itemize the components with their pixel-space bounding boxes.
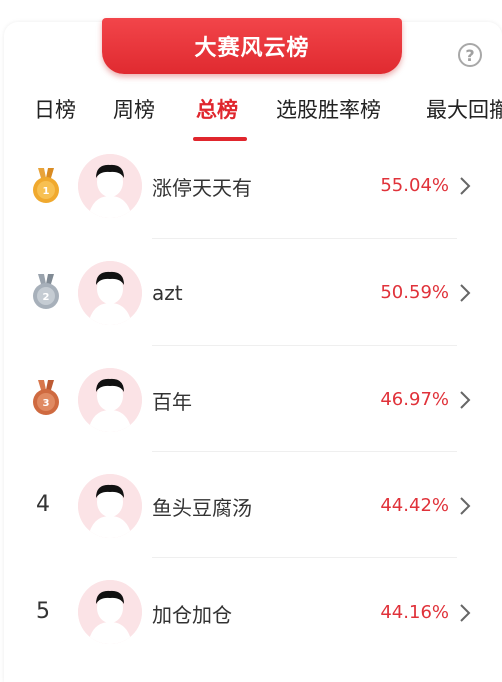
- chevron-right-icon: [460, 391, 471, 409]
- chevron-right-icon: [460, 497, 471, 515]
- page-title: 大赛风云榜: [194, 36, 310, 61]
- win-rate: 46.97%: [380, 389, 449, 410]
- leaderboard-title-banner: 大赛风云榜: [102, 18, 402, 74]
- tab-daily[interactable]: 日榜: [34, 94, 76, 124]
- win-rate: 55.04%: [380, 175, 449, 196]
- silver-medal-icon: 2: [33, 274, 59, 309]
- user-avatar-icon: [78, 154, 142, 218]
- user-avatar-icon: [78, 474, 142, 538]
- svg-text:2: 2: [43, 292, 50, 303]
- rank-number: 4: [36, 492, 50, 517]
- user-name: azt: [152, 281, 183, 305]
- tab-stock-win-rate[interactable]: 选股胜率榜: [276, 94, 381, 124]
- user-avatar-icon: [78, 580, 142, 644]
- user-name: 涨停天天有: [152, 176, 252, 200]
- tab-overall[interactable]: 总榜: [196, 94, 238, 124]
- help-icon[interactable]: ?: [458, 43, 482, 67]
- leaderboard-row[interactable]: 3 百年 46.97%: [0, 346, 502, 452]
- avatar: [78, 261, 142, 325]
- chevron-right-icon: [460, 177, 471, 195]
- user-name: 鱼头豆腐汤: [152, 496, 252, 520]
- user-name: 加仓加仓: [152, 603, 232, 627]
- win-rate: 44.16%: [380, 602, 449, 623]
- leaderboard-row[interactable]: 4 鱼头豆腐汤 44.42%: [0, 452, 502, 558]
- svg-text:3: 3: [43, 398, 50, 409]
- avatar: [78, 580, 142, 644]
- leaderboard-row[interactable]: 1 涨停天天有 55.04%: [0, 132, 502, 238]
- win-rate: 50.59%: [380, 282, 449, 303]
- avatar: [78, 474, 142, 538]
- user-name: 百年: [152, 390, 192, 414]
- user-avatar-icon: [78, 368, 142, 432]
- win-rate: 44.42%: [380, 495, 449, 516]
- tab-max-drawdown[interactable]: 最大回撤: [426, 94, 502, 124]
- chevron-right-icon: [460, 284, 471, 302]
- bronze-medal-icon: 3: [33, 380, 59, 415]
- leaderboard-row[interactable]: 2 azt 50.59%: [0, 239, 502, 345]
- avatar: [78, 154, 142, 218]
- rank-number: 5: [36, 599, 50, 624]
- leaderboard-row[interactable]: 5 加仓加仓 44.16%: [0, 558, 502, 664]
- avatar: [78, 368, 142, 432]
- gold-medal-icon: 1: [33, 168, 59, 203]
- svg-text:1: 1: [43, 186, 50, 197]
- chevron-right-icon: [460, 604, 471, 622]
- tab-weekly[interactable]: 周榜: [113, 94, 155, 124]
- user-avatar-icon: [78, 261, 142, 325]
